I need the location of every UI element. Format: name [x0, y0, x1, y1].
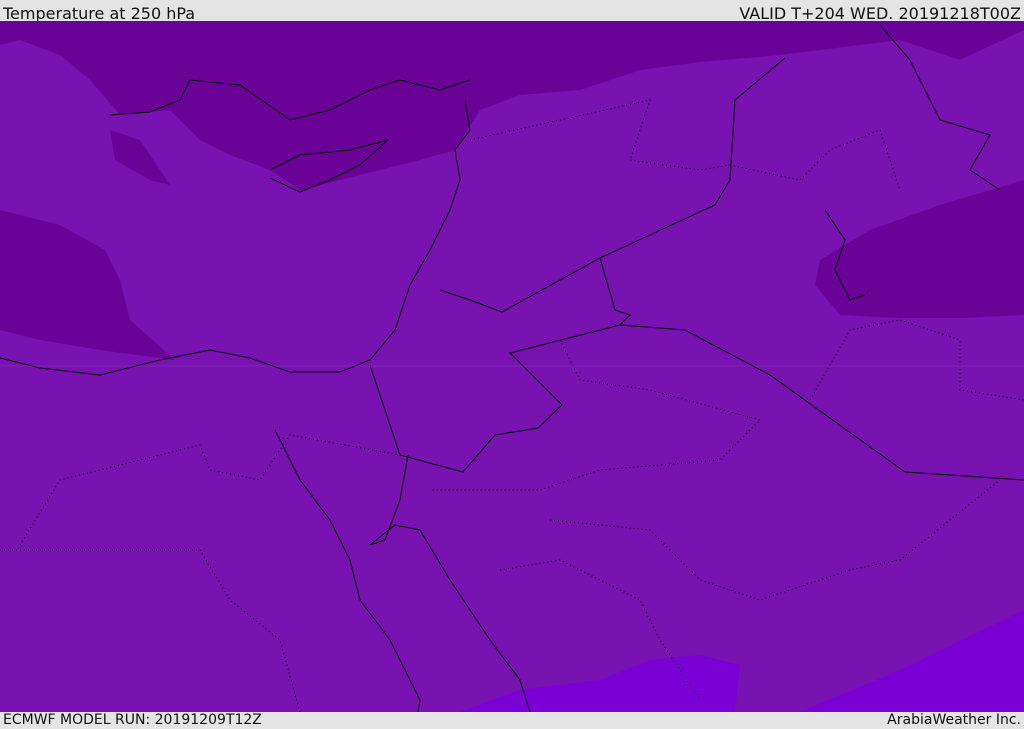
model-run: ECMWF MODEL RUN: 20191209T12Z	[3, 712, 262, 728]
base-temperature-field	[0, 21, 1024, 712]
credit: ArabiaWeather Inc.	[887, 712, 1021, 728]
header-bar: Temperature at 250 hPa VALID T+204 WED. …	[0, 0, 1024, 23]
temperature-map	[0, 21, 1024, 712]
footer-bar: ECMWF MODEL RUN: 20191209T12Z ArabiaWeat…	[0, 712, 1024, 729]
